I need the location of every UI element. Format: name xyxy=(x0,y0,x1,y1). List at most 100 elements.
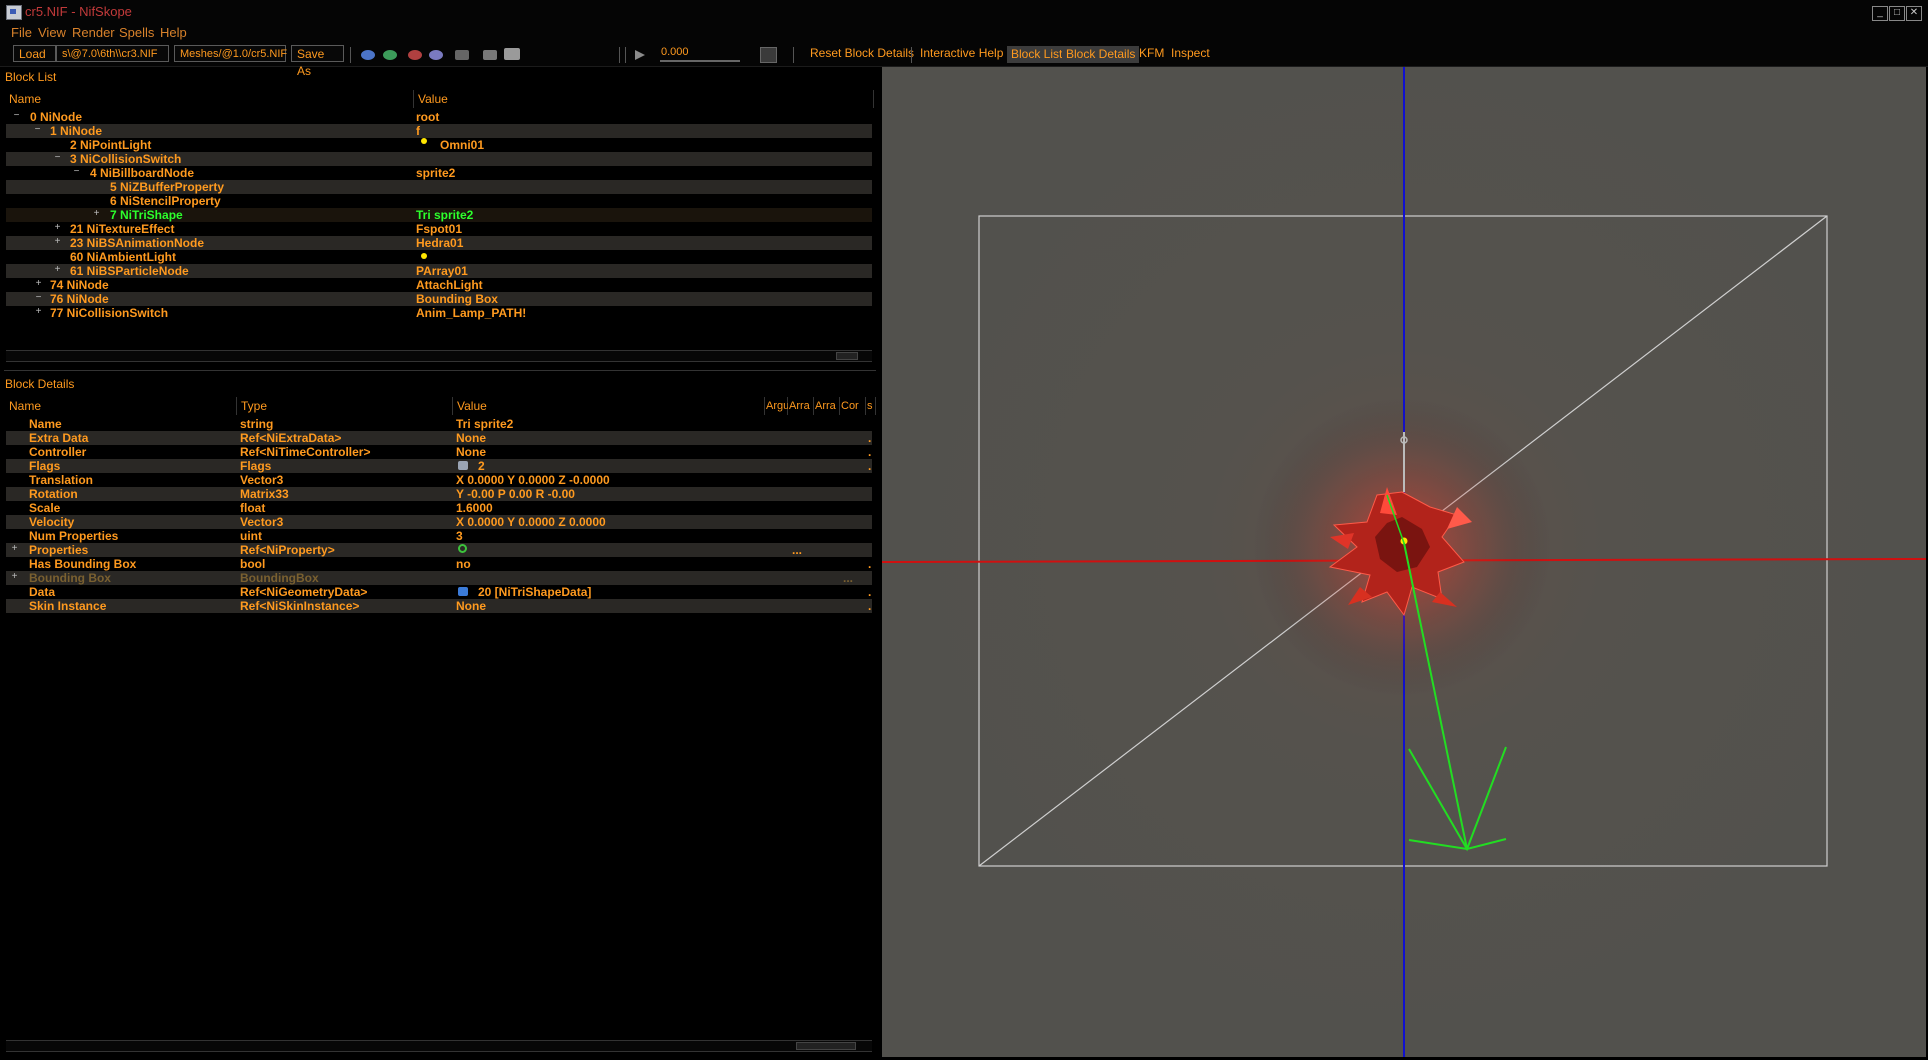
menu-help[interactable]: Help xyxy=(160,25,187,40)
expand-icon[interactable]: + xyxy=(34,307,43,317)
reset-block-details-button[interactable]: Reset Block Details xyxy=(810,46,914,60)
maximize-button[interactable]: □ xyxy=(1889,6,1905,21)
field-value[interactable]: Y -0.00 P 0.00 R -0.00 xyxy=(456,487,575,501)
kfm-button[interactable]: KFM xyxy=(1139,46,1164,60)
block-details-toggle[interactable]: Block Details xyxy=(1062,46,1140,63)
view-front-icon[interactable] xyxy=(383,50,397,60)
expand-icon[interactable]: + xyxy=(53,237,62,247)
block-list-hscroll[interactable] xyxy=(6,350,872,362)
tree-row[interactable]: +74 NiNode AttachLight xyxy=(6,278,872,292)
field-value[interactable]: None xyxy=(456,431,486,445)
column-header-array1[interactable]: Arra xyxy=(788,397,814,415)
scroll-thumb[interactable] xyxy=(796,1042,856,1050)
view-side-icon[interactable] xyxy=(408,50,422,60)
column-header-name[interactable]: Name xyxy=(5,90,414,108)
play-icon[interactable] xyxy=(634,49,646,61)
column-header-since[interactable]: s xyxy=(866,397,876,415)
detail-row[interactable]: Scale float 1.6000 xyxy=(6,501,872,515)
column-header-array2[interactable]: Arra xyxy=(814,397,840,415)
tree-row[interactable]: −1 NiNode f xyxy=(6,124,872,138)
inspect-button[interactable]: Inspect xyxy=(1171,46,1210,60)
column-header-type[interactable]: Type xyxy=(237,397,453,415)
render-viewport[interactable] xyxy=(882,67,1926,1057)
field-value[interactable]: no xyxy=(456,557,471,571)
column-header-argument[interactable]: Argu xyxy=(765,397,789,415)
tree-row[interactable]: 5 NiZBufferProperty xyxy=(6,180,872,194)
field-value[interactable]: 2 xyxy=(478,459,485,473)
detail-row[interactable]: + Bounding Box BoundingBox... xyxy=(6,571,872,585)
field-value[interactable]: X 0.0000 Y 0.0000 Z 0.0000 xyxy=(456,515,606,529)
menu-file[interactable]: File xyxy=(11,25,32,40)
tree-row[interactable]: −4 NiBillboardNode sprite2 xyxy=(6,166,872,180)
field-value[interactable]: 1.6000 xyxy=(456,501,493,515)
detail-row[interactable]: Rotation Matrix33 Y -0.00 P 0.00 R -0.00 xyxy=(6,487,872,501)
load-path-field[interactable]: s\@7.0\6th\\cr3.NIF xyxy=(56,45,169,62)
tree-row[interactable]: 6 NiStencilProperty xyxy=(6,194,872,208)
collapse-icon[interactable]: − xyxy=(12,111,21,121)
menu-spells[interactable]: Spells xyxy=(119,25,154,40)
field-value[interactable]: 20 [NiTriShapeData] xyxy=(478,585,591,599)
perspective-icon[interactable] xyxy=(504,48,520,60)
tree-row[interactable]: −0 NiNode root xyxy=(6,110,872,124)
block-details-hscroll[interactable] xyxy=(6,1040,872,1052)
detail-row[interactable]: Controller Ref<NiTimeController> None. xyxy=(6,445,872,459)
expand-icon[interactable]: + xyxy=(10,544,19,554)
scroll-thumb[interactable] xyxy=(836,352,858,360)
tree-row[interactable]: 60 NiAmbientLight xyxy=(6,250,872,264)
column-header-name[interactable]: Name xyxy=(5,397,237,415)
detail-row[interactable]: Velocity Vector3 X 0.0000 Y 0.0000 Z 0.000… xyxy=(6,515,872,529)
view-top-icon[interactable] xyxy=(361,50,375,60)
tree-row[interactable]: +77 NiCollisionSwitch Anim_Lamp_PATH! xyxy=(6,306,872,320)
collapse-icon[interactable]: − xyxy=(53,153,62,163)
ellipsis-button[interactable]: ... xyxy=(792,543,802,557)
flags-icon[interactable] xyxy=(458,461,468,470)
minimize-button[interactable]: _ xyxy=(1872,6,1888,21)
tree-row[interactable]: −76 NiNode Bounding Box xyxy=(6,292,872,306)
time-slider[interactable] xyxy=(660,60,740,62)
detail-row[interactable]: Has Bounding Box bool no. xyxy=(6,557,872,571)
collapse-icon[interactable]: − xyxy=(72,167,81,177)
detail-row[interactable]: Name string Tri sprite2 xyxy=(6,417,872,431)
detail-row[interactable]: Num Properties uint 3 xyxy=(6,529,872,543)
save-path-field[interactable]: Meshes/@1.0/cr5.NIF xyxy=(174,45,287,62)
tree-row[interactable]: +21 NiTextureEffect Fspot01 xyxy=(6,222,872,236)
panel-divider[interactable] xyxy=(4,370,876,371)
save-as-button[interactable]: Save As xyxy=(291,45,344,78)
detail-row[interactable]: Data Ref<NiGeometryData> 20 [NiTriShapeDat… xyxy=(6,585,872,599)
view-flip-icon[interactable] xyxy=(483,50,497,60)
close-button[interactable]: ✕ xyxy=(1906,6,1922,21)
refresh-icon[interactable] xyxy=(458,544,467,553)
scene-render[interactable] xyxy=(882,67,1926,1057)
view-user-icon[interactable] xyxy=(429,50,443,60)
field-value[interactable]: None xyxy=(456,445,486,459)
expand-icon[interactable]: + xyxy=(53,265,62,275)
tree-row[interactable]: +23 NiBSAnimationNode Hedra01 xyxy=(6,236,872,250)
detail-row[interactable]: Flags Flags 2. xyxy=(6,459,872,473)
collapse-icon[interactable]: − xyxy=(34,293,43,303)
menu-render[interactable]: Render xyxy=(72,25,115,40)
column-header-condition[interactable]: Cor xyxy=(840,397,866,415)
loop-icon[interactable] xyxy=(760,47,777,63)
detail-row[interactable]: Skin Instance Ref<NiSkinInstance> None. xyxy=(6,599,872,613)
interactive-help-button[interactable]: Interactive Help xyxy=(920,46,1003,60)
detail-row[interactable]: Translation Vector3 X 0.0000 Y 0.0000 Z -0… xyxy=(6,473,872,487)
expand-icon[interactable]: + xyxy=(53,223,62,233)
detail-row[interactable]: + Properties Ref<NiProperty>... xyxy=(6,543,872,557)
column-header-value[interactable]: Value xyxy=(453,397,765,415)
expand-icon[interactable]: + xyxy=(92,209,101,219)
menu-view[interactable]: View xyxy=(38,25,66,40)
tree-row[interactable]: −3 NiCollisionSwitch xyxy=(6,152,872,166)
field-value[interactable]: None xyxy=(456,599,486,613)
tree-row[interactable]: 2 NiPointLight Omni01 xyxy=(6,138,872,152)
tree-row[interactable]: +7 NiTriShape Tri sprite2 xyxy=(6,208,872,222)
view-walk-icon[interactable] xyxy=(455,50,469,60)
load-button[interactable]: Load xyxy=(13,45,56,62)
tree-row[interactable]: +61 NiBSParticleNode PArray01 xyxy=(6,264,872,278)
ellipsis-button[interactable]: ... xyxy=(843,571,853,585)
collapse-icon[interactable]: − xyxy=(33,125,42,135)
field-value[interactable]: Tri sprite2 xyxy=(456,417,513,431)
column-header-value[interactable]: Value xyxy=(414,90,874,108)
expand-icon[interactable]: + xyxy=(34,279,43,289)
expand-icon[interactable]: + xyxy=(10,572,19,582)
link-icon[interactable] xyxy=(458,587,468,596)
